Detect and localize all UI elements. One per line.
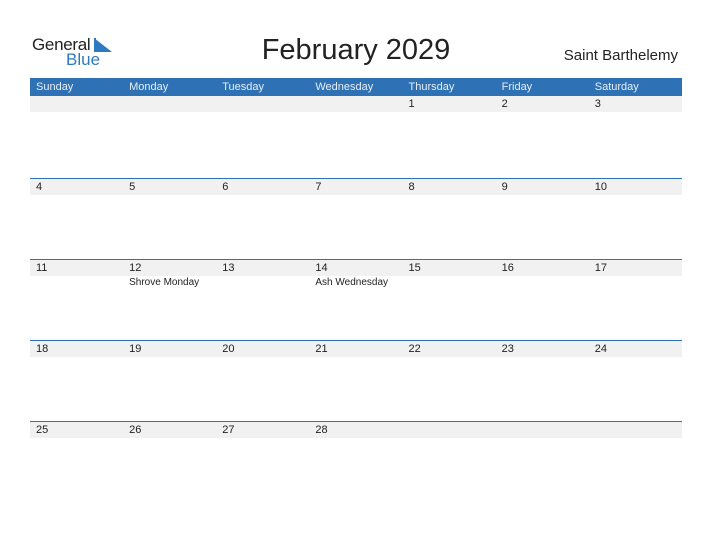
region-label: Saint Barthelemy (563, 47, 678, 64)
day-number: 15 (408, 262, 421, 274)
day-number (123, 96, 216, 112)
day-number: 26 (129, 424, 142, 436)
day-number: 25 (36, 424, 49, 436)
date-strip: 11 12 13 14 15 16 17 (30, 260, 682, 276)
day-number: 1 (408, 98, 415, 110)
day-number: 28 (315, 424, 328, 436)
day-number: 13 (222, 262, 235, 274)
day-number (30, 96, 123, 112)
events-row: Shrove Monday Ash Wednesday (30, 276, 682, 290)
day-number (496, 422, 589, 438)
date-strip: 1 2 3 (30, 96, 682, 112)
day-number: 10 (594, 181, 607, 193)
day-number: 3 (594, 98, 601, 110)
day-number: 11 (36, 262, 48, 274)
day-number: 20 (222, 343, 235, 355)
day-number: 4 (36, 181, 43, 193)
weekday-saturday: Saturday (594, 81, 639, 93)
week-row: 4 5 6 7 8 9 10 (30, 178, 682, 259)
holiday-label (589, 276, 682, 290)
weekday-header: Sunday Monday Tuesday Wednesday Thursday… (30, 78, 682, 96)
day-number (403, 422, 496, 438)
week-row: 1 2 3 (30, 96, 682, 178)
day-number: 12 (129, 262, 142, 274)
day-number (309, 96, 402, 112)
holiday-label (403, 276, 496, 290)
day-number: 7 (315, 181, 322, 193)
day-number: 2 (501, 98, 508, 110)
day-number: 6 (222, 181, 229, 193)
holiday-label (30, 276, 123, 290)
weekday-tuesday: Tuesday (222, 81, 265, 93)
day-number: 9 (501, 181, 508, 193)
day-number: 27 (222, 424, 235, 436)
weekday-friday: Friday (501, 81, 533, 93)
date-strip: 4 5 6 7 8 9 10 (30, 179, 682, 195)
date-strip: 25 26 27 28 (30, 422, 682, 438)
day-number: 19 (129, 343, 142, 355)
day-number: 8 (408, 181, 415, 193)
calendar-grid: Sunday Monday Tuesday Wednesday Thursday… (30, 78, 682, 502)
week-row: 11 12 13 14 15 16 17 Shrove Monday Ash Wednesday (30, 259, 682, 340)
day-number: 22 (408, 343, 421, 355)
week-row: 18 19 20 21 22 23 24 (30, 340, 682, 421)
weekday-sunday: Sunday (36, 81, 74, 93)
day-number: 18 (36, 343, 49, 355)
holiday-label (496, 276, 589, 290)
holiday-label: Ash Wednesday (315, 277, 389, 288)
day-number: 16 (501, 262, 514, 274)
day-number: 5 (129, 181, 136, 193)
day-number: 23 (501, 343, 514, 355)
day-number: 17 (594, 262, 607, 274)
day-number (589, 422, 682, 438)
day-number (216, 96, 309, 112)
weekday-wednesday: Wednesday (315, 81, 374, 93)
week-row: 25 26 27 28 (30, 421, 682, 502)
day-number: 24 (594, 343, 607, 355)
date-strip: 18 19 20 21 22 23 24 (30, 341, 682, 357)
day-number: 21 (315, 343, 328, 355)
weekday-monday: Monday (129, 81, 169, 93)
day-number: 14 (315, 262, 328, 274)
weekday-thursday: Thursday (408, 81, 455, 93)
holiday-label: Shrove Monday (129, 277, 200, 288)
holiday-label (216, 276, 309, 290)
